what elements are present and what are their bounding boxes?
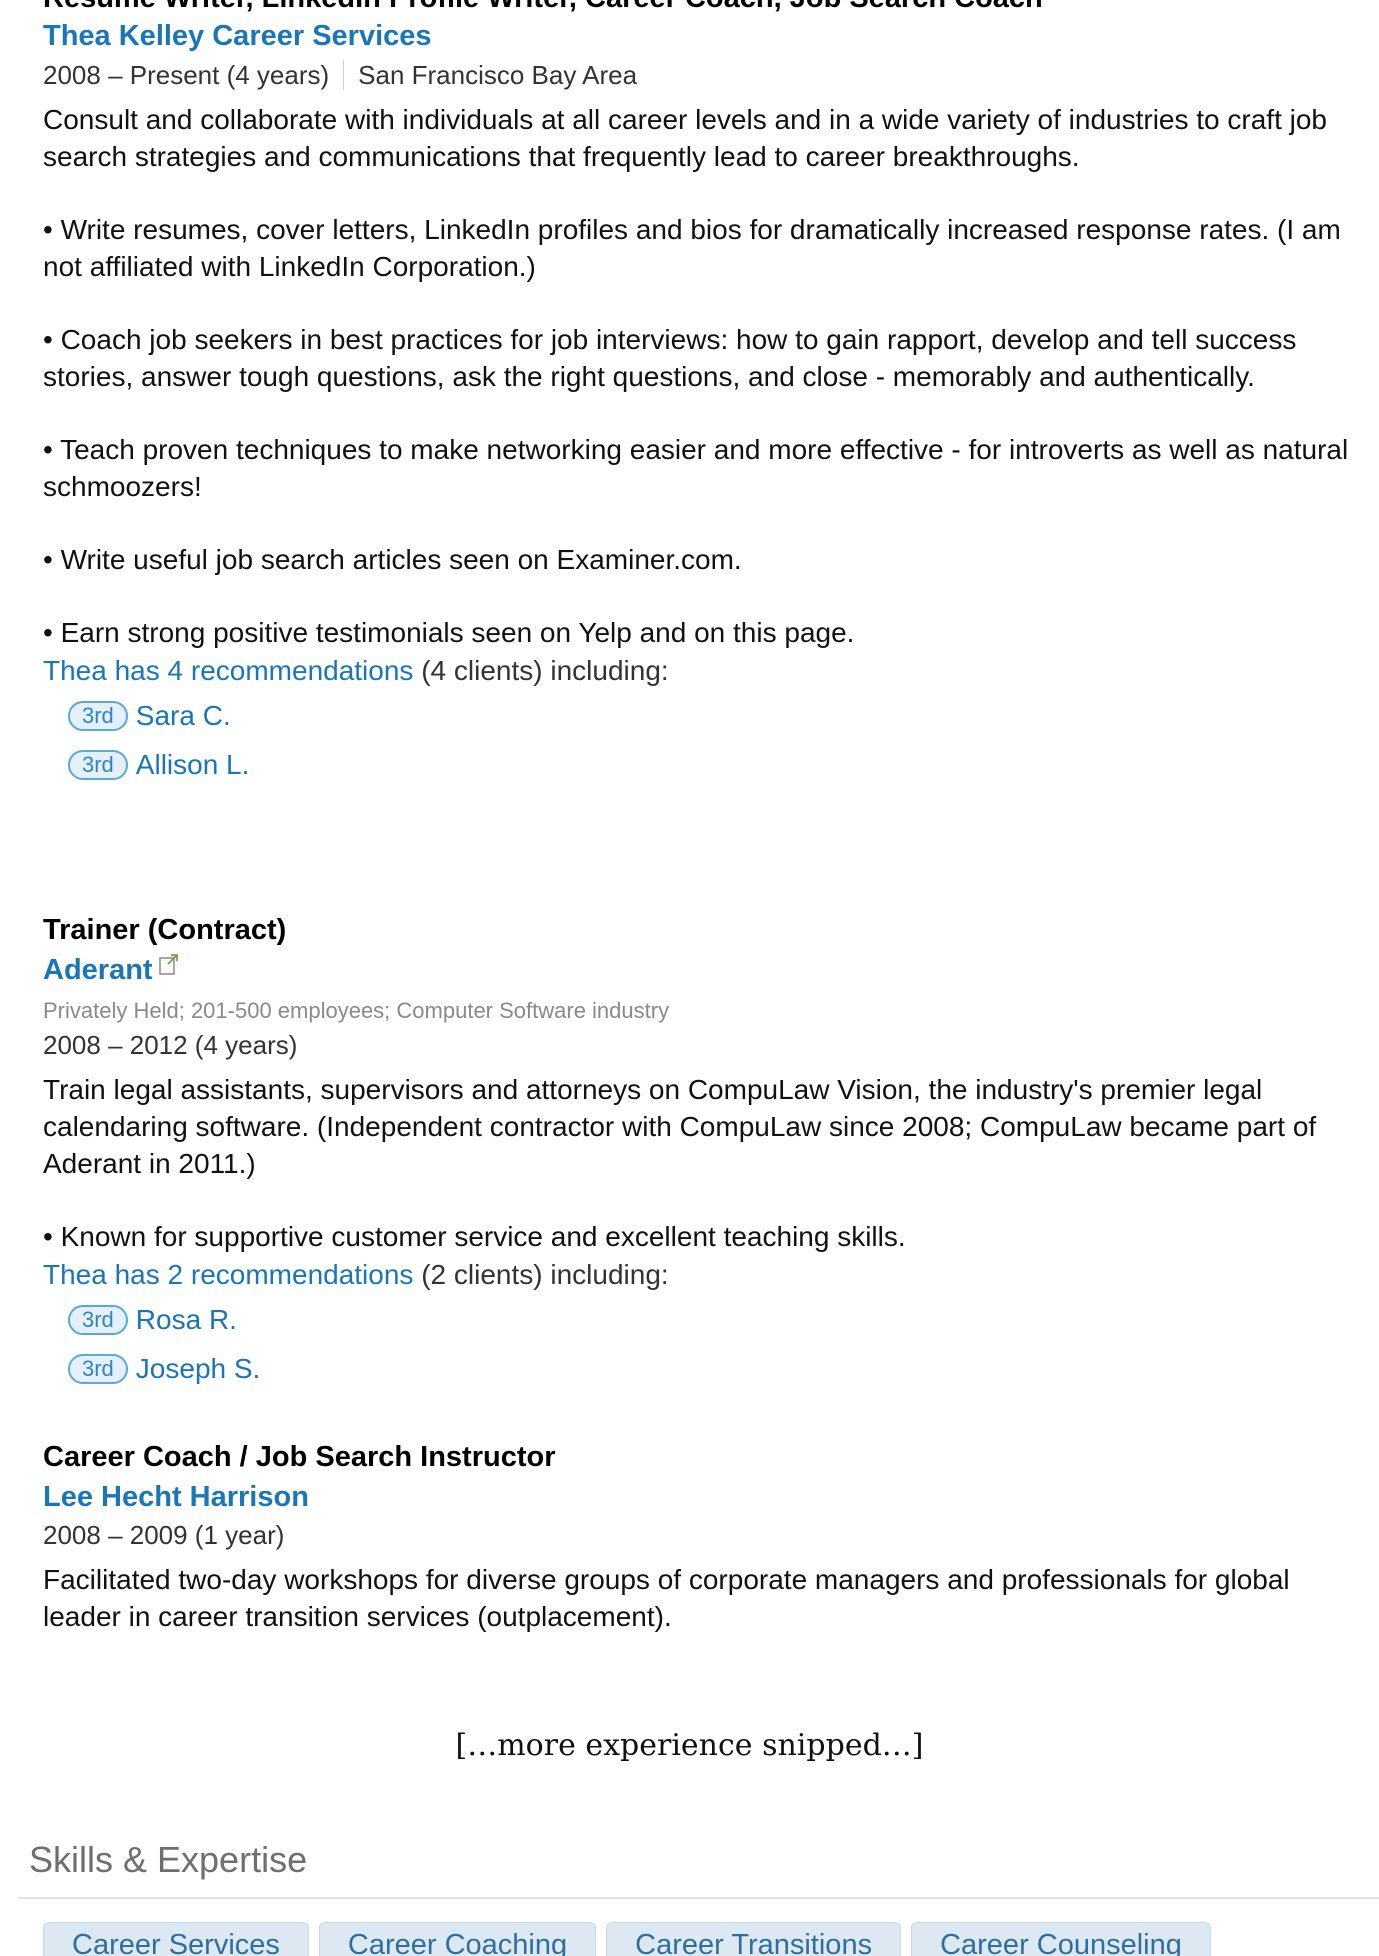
position-dates: 2008 – Present (4 years) — [43, 60, 330, 90]
recommendations-link[interactable]: Thea has 2 recommendations — [43, 1259, 413, 1290]
position-bullet: • Write useful job search articles seen … — [43, 544, 742, 575]
skill-tag[interactable]: Career Counseling — [911, 1922, 1211, 1956]
recommendations-count: (2 clients) including: — [413, 1259, 669, 1290]
company-info: Privately Held; 201-500 employees; Compu… — [43, 998, 670, 1023]
recommender-name[interactable]: Sara C. — [136, 700, 231, 731]
recommender-name[interactable]: Allison L. — [136, 749, 250, 780]
skill-tag[interactable]: Career Services — [43, 1922, 309, 1956]
recommender-item[interactable]: 3rd Rosa R. — [43, 1295, 1363, 1344]
divider — [18, 1897, 1379, 1899]
recommendations-link[interactable]: Thea has 4 recommendations — [43, 655, 413, 686]
position-description: Consult and collaborate with individuals… — [43, 104, 1328, 172]
position-entry: Thea Kelley Career Services 2008 – Prese… — [43, 16, 1363, 789]
snipped-note: […more experience snipped…] — [455, 1728, 924, 1763]
position-location: San Francisco Bay Area — [358, 60, 638, 90]
position-bullet: • Teach proven techniques to make networ… — [43, 434, 1349, 502]
connection-degree-badge: 3rd — [68, 750, 128, 780]
position-title: Career Coach / Job Search Instructor — [43, 1441, 556, 1473]
position-bullet: • Coach job seekers in best practices fo… — [43, 324, 1297, 392]
connection-degree-badge: 3rd — [68, 1305, 128, 1335]
company-link[interactable]: Lee Hecht Harrison — [43, 1477, 309, 1517]
skill-tags: Career Services Career Coaching Career T… — [43, 1922, 1211, 1956]
external-link-icon[interactable] — [158, 951, 179, 975]
connection-degree-badge: 3rd — [68, 1354, 128, 1384]
recommender-item[interactable]: 3rd Allison L. — [43, 740, 1363, 789]
position-bullet: • Earn strong positive testimonials seen… — [43, 617, 855, 648]
position-meta: 2008 – Present (4 years) San Francisco Ba… — [43, 57, 1363, 93]
position-entry: Trainer (Contract) Aderant Privately Hel… — [43, 910, 1363, 1393]
skill-tag[interactable]: Career Transitions — [606, 1922, 902, 1956]
position-dates: 2008 – 2009 (1 year) — [43, 1520, 285, 1550]
position-bullet: • Write resumes, cover letters, LinkedIn… — [43, 214, 1341, 282]
position-dates: 2008 – 2012 (4 years) — [43, 1030, 298, 1060]
recommendations-summary: Thea has 2 recommendations (2 clients) i… — [43, 1255, 1363, 1295]
position-description: Train legal assistants, supervisors and … — [43, 1074, 1317, 1179]
position-entry: Career Coach / Job Search Instructor Lee… — [43, 1437, 1363, 1635]
recommender-item[interactable]: 3rd Joseph S. — [43, 1344, 1363, 1393]
position-bullet: • Known for supportive customer service … — [43, 1221, 906, 1252]
recommender-item[interactable]: 3rd Sara C. — [43, 691, 1363, 740]
recommendations-count: (4 clients) including: — [413, 655, 669, 686]
skill-tag[interactable]: Career Coaching — [318, 1922, 597, 1956]
company-link[interactable]: Aderant — [43, 950, 153, 990]
company-link[interactable]: Thea Kelley Career Services — [43, 16, 432, 56]
recommendations-summary: Thea has 4 recommendations (4 clients) i… — [43, 651, 1363, 691]
position-title: Trainer (Contract) — [43, 914, 287, 946]
divider — [343, 60, 345, 90]
skills-heading: Skills & Expertise — [29, 1839, 308, 1880]
recommender-name[interactable]: Rosa R. — [136, 1304, 237, 1335]
position-description: Facilitated two-day workshops for divers… — [43, 1564, 1290, 1632]
recommender-name[interactable]: Joseph S. — [136, 1353, 261, 1384]
connection-degree-badge: 3rd — [68, 701, 128, 731]
